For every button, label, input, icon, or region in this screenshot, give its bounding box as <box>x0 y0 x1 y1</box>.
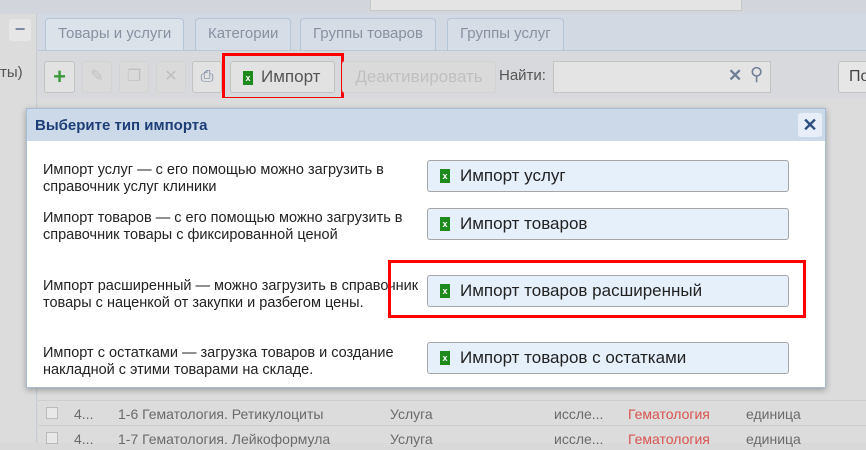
delete-button[interactable]: ✕ <box>156 61 186 93</box>
deactivate-button[interactable]: Деактивировать <box>342 61 496 93</box>
dialog-title: Выберите тип импорта <box>35 117 208 134</box>
cell-kind: иссле... <box>554 406 604 422</box>
print-button[interactable]: ⎙ <box>192 61 222 93</box>
cell-category: Гематология <box>628 431 710 447</box>
cell-type: Услуга <box>390 406 433 422</box>
excel-icon: x <box>440 169 450 183</box>
cell-name: 1-6 Гематология. Ретикулоциты <box>118 406 324 422</box>
copy-button[interactable]: ❐ <box>119 61 149 93</box>
cell-id: 4... <box>74 406 94 422</box>
highlight-extended-import <box>388 260 806 318</box>
tab-categories[interactable]: Категории <box>195 18 292 50</box>
tab-service-groups[interactable]: Группы услуг <box>447 18 564 50</box>
plus-icon: + <box>53 64 66 89</box>
printer-icon: ⎙ <box>200 68 214 85</box>
find-label: Найти: <box>499 67 546 84</box>
excel-icon: x <box>440 217 450 231</box>
table-row[interactable]: 4... 1-7 Гематология. Лейкоформула Услуг… <box>38 425 866 450</box>
excel-icon: x <box>440 351 450 365</box>
cell-kind: иссле... <box>554 431 604 447</box>
cell-unit: единица <box>746 406 801 422</box>
row-checkbox[interactable] <box>46 407 58 419</box>
dialog-header: Выберите тип импорта ✕ <box>27 109 825 141</box>
cell-category: Гематология <box>628 406 710 422</box>
import-type-dialog: Выберите тип импорта ✕ Импорт услуг — с … <box>26 108 826 388</box>
tab-goods-services[interactable]: Товары и услуги <box>45 18 185 50</box>
button-label: Импорт услуг <box>460 166 566 185</box>
cell-type: Услуга <box>390 431 433 447</box>
import-goods-stock-button[interactable]: x Импорт товаров с остатками <box>427 342 789 374</box>
close-icon[interactable]: ✕ <box>798 113 822 137</box>
cell-id: 4... <box>74 431 94 447</box>
cell-name: 1-7 Гематология. Лейкоформула <box>118 431 331 447</box>
collapse-button[interactable]: − <box>9 19 31 41</box>
button-label: Импорт товаров <box>460 214 588 233</box>
import-goods-desc: Импорт товаров — с его помощью можно заг… <box>43 210 403 243</box>
tab-goods-groups[interactable]: Группы товаров <box>300 18 436 50</box>
left-panel-text: ты) <box>0 64 23 81</box>
highlight-import <box>222 53 344 100</box>
cell-unit: единица <box>746 431 801 447</box>
import-services-button[interactable]: x Импорт услуг <box>427 160 789 192</box>
top-field <box>370 0 742 11</box>
edit-button[interactable]: ✎ <box>82 61 112 93</box>
row-checkbox[interactable] <box>46 432 58 444</box>
search-icon[interactable]: ⚲ <box>750 64 763 85</box>
import-stock-desc: Импорт с остатками — загрузка товаров и … <box>43 345 394 378</box>
table-row[interactable]: 4... 1-6 Гематология. Ретикулоциты Услуг… <box>38 400 866 425</box>
delete-icon: ✕ <box>164 68 178 85</box>
copy-icon: ❐ <box>126 68 142 85</box>
import-extended-desc: Импорт расширенный — можно загрузить в с… <box>43 278 419 311</box>
import-goods-button[interactable]: x Импорт товаров <box>427 208 789 240</box>
clear-search-icon[interactable]: ✕ <box>728 66 742 86</box>
import-services-desc: Импорт услуг — с его помощью можно загру… <box>43 162 384 195</box>
button-label: Импорт товаров с остатками <box>460 348 687 367</box>
right-button[interactable]: По <box>838 61 866 93</box>
pencil-icon: ✎ <box>90 68 104 85</box>
add-button[interactable]: + <box>44 61 75 93</box>
